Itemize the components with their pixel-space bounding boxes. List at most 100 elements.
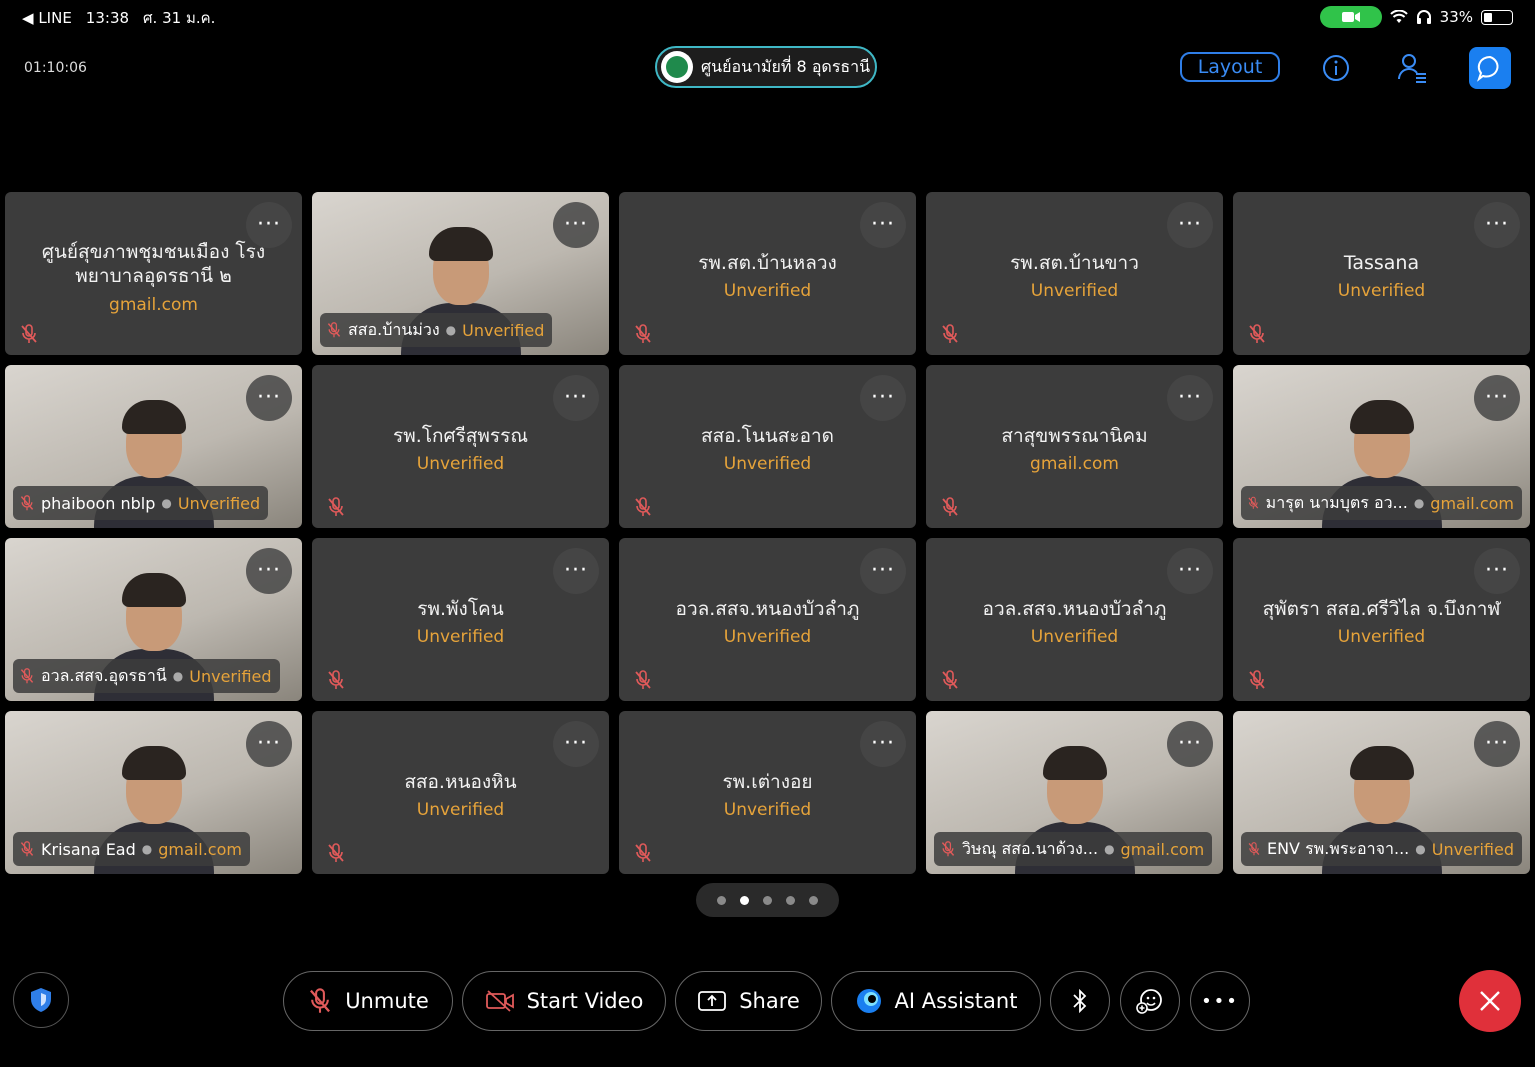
participant-tile[interactable]: ··· สุพัตรา สสอ.ศรีวิไล จ.บึงกาฬ Unverifi… — [1233, 538, 1530, 701]
participant-name: Krisana Ead — [41, 839, 136, 859]
participant-name: phaiboon nblp — [41, 493, 156, 513]
participant-badge: Unverified — [462, 320, 545, 340]
mic-muted-icon — [942, 497, 958, 516]
page-dot-active[interactable] — [740, 895, 749, 905]
security-button[interactable] — [13, 972, 69, 1028]
participant-name: รพ.สต.บ้านขาว — [1010, 251, 1139, 274]
more-options-icon[interactable]: ··· — [1474, 202, 1520, 248]
leave-meeting-button[interactable] — [1459, 970, 1521, 1032]
participant-tile[interactable]: ··· สสอ.บ้านม่วง ● Unverified — [312, 192, 609, 355]
participant-badge: Unverified — [177, 493, 261, 513]
more-options-icon[interactable]: ··· — [1474, 375, 1520, 421]
chat-button[interactable] — [1469, 47, 1511, 89]
info-icon[interactable] — [1316, 48, 1356, 88]
more-options-icon[interactable]: ··· — [1167, 548, 1213, 594]
mic-muted-icon — [1248, 496, 1259, 509]
participant-tile[interactable]: ··· วิษณุ สสอ.นาด้วง... ● gmail.com — [926, 711, 1223, 874]
shield-icon — [31, 988, 51, 1012]
more-options-icon[interactable]: ··· — [1167, 721, 1213, 767]
start-video-button[interactable]: Start Video — [462, 971, 666, 1031]
more-options-icon[interactable]: ··· — [1474, 548, 1520, 594]
mic-muted-icon — [20, 495, 34, 511]
participant-label: phaiboon nblp ● Unverified — [13, 486, 269, 520]
page-dot[interactable] — [786, 895, 795, 905]
participant-badge: Unverified — [723, 800, 812, 821]
participant-tile[interactable]: ··· รพ.โกศรีสุพรรณ Unverified — [312, 365, 609, 528]
participants-icon[interactable] — [1392, 48, 1432, 88]
more-button[interactable]: ••• — [1190, 971, 1250, 1031]
participant-name: มารุต นามบุตร อว... — [1265, 492, 1408, 512]
participant-name: อวล.สสจ.หนองบัวลำภู — [675, 597, 860, 620]
ai-assistant-icon — [856, 989, 881, 1013]
participant-tile[interactable]: ··· รพ.พังโคน Unverified — [312, 538, 609, 701]
participant-tile[interactable]: ··· รพ.เต่างอย Unverified — [619, 711, 916, 874]
participant-tile[interactable]: ··· ศูนย์สุขภาพชุมชนเมือง โรงพยาบาลอุดรธ… — [5, 192, 302, 355]
battery-icon — [1481, 9, 1513, 25]
mic-muted-icon — [941, 841, 955, 857]
more-options-icon[interactable]: ··· — [1474, 721, 1520, 767]
participant-name: ศูนย์สุขภาพชุมชนเมือง โรงพยาบาลอุดรธานี … — [41, 240, 266, 288]
more-options-icon[interactable]: ··· — [553, 721, 599, 767]
add-reaction-icon — [1136, 989, 1162, 1014]
participant-name: อวล.สสจ.อุดรธานี — [41, 665, 167, 685]
more-options-icon[interactable]: ··· — [860, 721, 906, 767]
participant-tile[interactable]: ··· อวล.สสจ.อุดรธานี ● Unverified — [5, 538, 302, 701]
meeting-info-pill[interactable]: ศูนย์อนามัยที่ 8 อุดรธานี — [655, 46, 877, 88]
more-options-icon[interactable]: ··· — [860, 375, 906, 421]
participant-name: อวล.สสจ.หนองบัวลำภู — [982, 597, 1167, 620]
participant-tile[interactable]: ··· รพ.สต.บ้านหลวง Unverified — [619, 192, 916, 355]
mic-muted-icon — [21, 324, 37, 343]
more-options-icon[interactable]: ··· — [246, 721, 292, 767]
more-options-icon[interactable]: ··· — [553, 548, 599, 594]
headphones-icon — [1416, 10, 1431, 24]
more-options-icon[interactable]: ··· — [1167, 202, 1213, 248]
participant-badge: Unverified — [416, 800, 505, 821]
bluetooth-audio-button[interactable] — [1050, 971, 1110, 1031]
more-options-icon[interactable]: ··· — [246, 375, 292, 421]
more-options-icon[interactable]: ··· — [553, 375, 599, 421]
share-screen-icon — [698, 991, 727, 1011]
page-dot[interactable] — [809, 895, 818, 905]
participant-label: อวล.สสจ.อุดรธานี ● Unverified — [13, 659, 280, 693]
page-indicator[interactable] — [696, 883, 839, 917]
share-button[interactable]: Share — [675, 971, 822, 1031]
status-time: 13:38 — [85, 9, 130, 27]
unmute-button[interactable]: Unmute — [283, 971, 453, 1031]
more-options-icon[interactable]: ··· — [860, 548, 906, 594]
more-options-icon[interactable]: ··· — [553, 202, 599, 248]
mic-muted-icon — [635, 324, 651, 343]
participant-label: ENV รพ.พระอาจา... ● Unverified — [1241, 832, 1522, 866]
back-to-app[interactable]: ◀ LINE — [22, 9, 72, 27]
page-dot[interactable] — [763, 895, 772, 905]
more-options-icon[interactable]: ··· — [860, 202, 906, 248]
close-icon — [1480, 991, 1500, 1011]
participant-tile[interactable]: ··· phaiboon nblp ● Unverified — [5, 365, 302, 528]
participant-grid: ··· ศูนย์สุขภาพชุมชนเมือง โรงพยาบาลอุดรธ… — [5, 192, 1530, 874]
reactions-button[interactable] — [1120, 971, 1180, 1031]
participant-badge: Unverified — [416, 454, 505, 475]
participant-tile[interactable]: ··· ENV รพ.พระอาจา... ● Unverified — [1233, 711, 1530, 874]
participant-tile[interactable]: ··· สสอ.หนองหิน Unverified — [312, 711, 609, 874]
participant-tile[interactable]: ··· Krisana Ead ● gmail.com — [5, 711, 302, 874]
page-dot[interactable] — [717, 895, 726, 905]
mic-muted-icon — [1248, 842, 1260, 856]
ai-assistant-button[interactable]: AI Assistant — [831, 971, 1041, 1031]
participant-tile[interactable]: ··· อวล.สสจ.หนองบัวลำภู Unverified — [926, 538, 1223, 701]
participant-tile[interactable]: ··· สาสุขพรรณานิคม gmail.com — [926, 365, 1223, 528]
participant-tile[interactable]: ··· อวล.สสจ.หนองบัวลำภู Unverified — [619, 538, 916, 701]
participant-tile[interactable]: ··· มารุต นามบุตร อว... ● gmail.com — [1233, 365, 1530, 528]
more-options-icon[interactable]: ··· — [246, 548, 292, 594]
participant-name: รพ.พังโคน — [417, 597, 504, 620]
participant-tile[interactable]: ··· สสอ.โนนสะอาด Unverified — [619, 365, 916, 528]
mic-muted-icon — [20, 841, 34, 857]
layout-button[interactable]: Layout — [1180, 52, 1280, 82]
mic-muted-icon — [942, 324, 958, 343]
participant-name: สสอ.หนองหิน — [404, 770, 517, 793]
more-options-icon[interactable]: ··· — [1167, 375, 1213, 421]
mic-muted-icon — [1249, 670, 1265, 689]
participant-name: รพ.โกศรีสุพรรณ — [393, 424, 528, 447]
participant-tile[interactable]: ··· Tassana Unverified — [1233, 192, 1530, 355]
participant-name: วิษณุ สสอ.นาด้วง... — [962, 838, 1099, 858]
mic-muted-icon — [635, 670, 651, 689]
participant-tile[interactable]: ··· รพ.สต.บ้านขาว Unverified — [926, 192, 1223, 355]
